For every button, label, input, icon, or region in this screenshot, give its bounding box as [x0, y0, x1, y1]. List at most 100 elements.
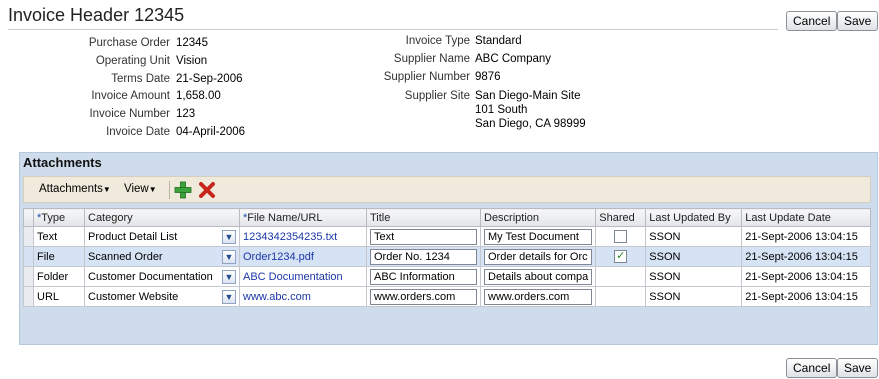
title-input[interactable]: Order No. 1234 [370, 248, 477, 265]
updated-by-cell: SSON [645, 266, 743, 287]
operating-unit-label: Operating Unit [95, 55, 170, 67]
attachments-toolbar: Attachments▼ View▼ [23, 176, 871, 203]
supplier-name-label: Supplier Name [393, 53, 470, 65]
chevron-down-icon[interactable]: ▼ [222, 249, 236, 264]
updated-by-cell: SSON [645, 246, 743, 267]
attachments-table: *Type Category *File Name/URL Title Desc… [23, 208, 872, 307]
chevron-down-icon[interactable]: ▼ [222, 289, 236, 304]
delete-icon[interactable] [197, 180, 217, 200]
file-link[interactable]: ABC Documentation [243, 271, 343, 283]
updated-by-cell: SSON [645, 226, 743, 247]
toolbar-divider [169, 181, 170, 199]
terms-date-value: 21-Sep-2006 [176, 73, 243, 85]
file-column-header: *File Name/URL [239, 208, 367, 227]
file-link-cell[interactable]: ABC Documentation [239, 266, 367, 287]
description-cell[interactable]: Order details for Orc [479, 246, 597, 267]
description-input[interactable]: Order details for Orc [484, 248, 593, 265]
category-select[interactable]: Scanned Order ▼ [84, 246, 240, 267]
supplier-number-label: Supplier Number [383, 71, 470, 83]
update-date-column-header: Last Update Date [741, 208, 872, 227]
view-menu[interactable]: View▼ [124, 183, 157, 195]
chevron-down-icon[interactable]: ▼ [222, 269, 236, 284]
shared-cell [595, 286, 647, 307]
add-icon[interactable] [173, 180, 193, 200]
file-link-cell[interactable]: Order1234.pdf [239, 246, 367, 267]
invoice-date-value: 04-April-2006 [176, 126, 246, 138]
shared-checkbox[interactable]: ✓ [614, 250, 628, 263]
title-cell[interactable]: Order No. 1234 [366, 246, 481, 267]
update-date-cell: 21-Sept-2006 13:04:15 [741, 246, 872, 267]
table-row[interactable]: Folder Customer Documentation ▼ ABC Docum… [23, 266, 872, 287]
type-cell: Text [33, 226, 85, 247]
title-input[interactable]: ABC Information [370, 268, 477, 285]
row-selector[interactable] [23, 266, 34, 287]
title-cell[interactable]: Text [366, 226, 481, 247]
category-select[interactable]: Customer Website ▼ [84, 286, 240, 307]
update-date-cell: 21-Sept-2006 13:04:15 [741, 226, 872, 247]
description-cell[interactable]: Details about compa [479, 266, 597, 287]
type-cell: Folder [33, 266, 85, 287]
type-column-header: *Type [33, 208, 85, 227]
supplier-site-value: San Diego-Main Site [475, 90, 581, 102]
category-select[interactable]: Customer Documentation ▼ [84, 266, 240, 287]
attachments-region: Attachments Attachments▼ View▼ *Type Cat… [19, 152, 878, 345]
update-date-cell: 21-Sept-2006 13:04:15 [741, 286, 872, 307]
row-selector[interactable] [23, 246, 34, 267]
invoice-date-label: Invoice Date [106, 126, 170, 138]
shared-cell[interactable]: ✓ [595, 246, 647, 267]
description-input[interactable]: My Test Document [484, 228, 593, 245]
supplier-name-value: ABC Company [475, 53, 552, 65]
file-link-cell[interactable]: 1234342354235.txt [239, 226, 367, 247]
terms-date-label: Terms Date [111, 73, 170, 85]
file-link[interactable]: www.abc.com [243, 291, 311, 303]
file-link[interactable]: 1234342354235.txt [243, 231, 337, 243]
cancel-button-bottom[interactable]: Cancel [786, 358, 838, 378]
chevron-down-icon[interactable]: ▼ [222, 229, 236, 244]
invoice-type-value: Standard [475, 35, 522, 47]
file-link[interactable]: Order1234.pdf [243, 251, 314, 263]
table-row[interactable]: File Scanned Order ▼ Order1234.pdf Order … [23, 246, 872, 267]
description-cell[interactable]: www.orders.com [479, 286, 597, 307]
purchase-order-label: Purchase Order [88, 37, 170, 49]
shared-column-header: Shared [595, 208, 647, 227]
file-link-cell[interactable]: www.abc.com [239, 286, 367, 307]
description-cell[interactable]: My Test Document [479, 226, 597, 247]
supplier-number-value: 9876 [475, 71, 501, 83]
table-row[interactable]: Text Product Detail List ▼ 1234342354235.… [23, 226, 872, 247]
update-date-cell: 21-Sept-2006 13:04:15 [741, 266, 872, 287]
updated-by-column-header: Last Updated By [645, 208, 743, 227]
title-cell[interactable]: www.orders.com [366, 286, 481, 307]
category-column-header: Category [84, 208, 240, 227]
title-input[interactable]: Text [370, 228, 477, 245]
title-cell[interactable]: ABC Information [366, 266, 481, 287]
shared-cell[interactable] [595, 226, 647, 247]
purchase-order-value: 12345 [176, 37, 208, 49]
table-header-row: *Type Category *File Name/URL Title Desc… [23, 208, 872, 227]
title-column-header: Title [366, 208, 481, 227]
shared-checkbox[interactable] [614, 230, 628, 243]
invoice-number-label: Invoice Number [89, 108, 170, 120]
row-selector[interactable] [23, 286, 34, 307]
shared-cell [595, 266, 647, 287]
table-row[interactable]: URL Customer Website ▼ www.abc.com www.or… [23, 286, 872, 307]
attachments-menu[interactable]: Attachments▼ [39, 183, 111, 195]
chevron-down-icon: ▼ [148, 185, 157, 194]
description-input[interactable]: Details about compa [484, 268, 593, 285]
operating-unit-value: Vision [176, 55, 208, 67]
updated-by-cell: SSON [645, 286, 743, 307]
supplier-site-address-line: 101 South [475, 104, 528, 116]
description-column-header: Description [479, 208, 597, 227]
cancel-button-top[interactable]: Cancel [786, 11, 838, 31]
category-select[interactable]: Product Detail List ▼ [84, 226, 240, 247]
title-input[interactable]: www.orders.com [370, 288, 477, 305]
save-button-bottom[interactable]: Save [837, 358, 879, 378]
attachments-title: Attachments [23, 155, 102, 170]
row-selector[interactable] [23, 226, 34, 247]
view-menu-label: View [124, 183, 149, 195]
save-button-top[interactable]: Save [837, 11, 879, 31]
description-input[interactable]: www.orders.com [484, 288, 593, 305]
attachments-menu-label: Attachments [39, 183, 103, 195]
chevron-down-icon: ▼ [102, 185, 111, 194]
invoice-number-value: 123 [176, 108, 196, 120]
invoice-amount-label: Invoice Amount [91, 90, 170, 102]
